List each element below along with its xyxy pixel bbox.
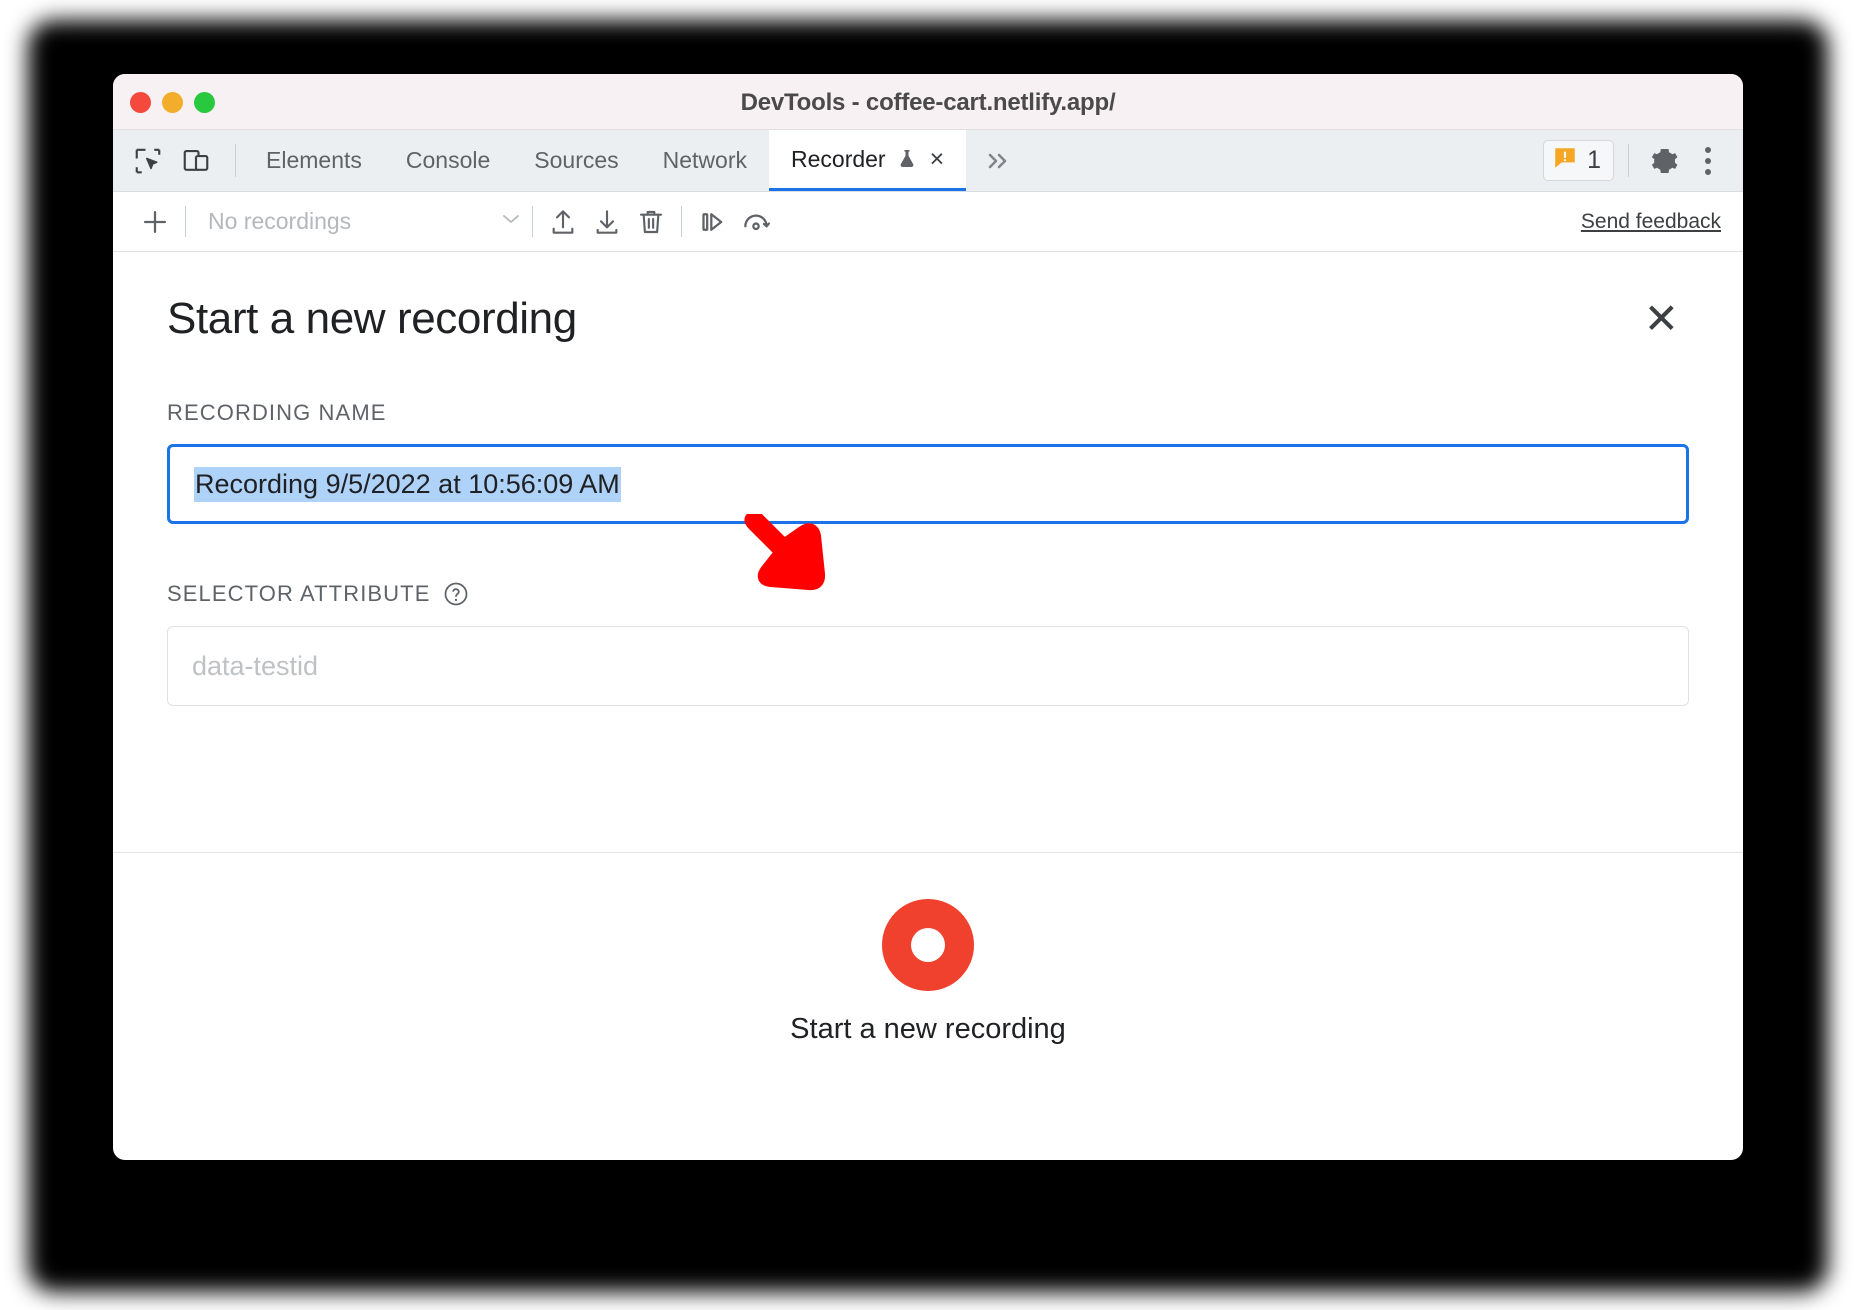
step-over-icon[interactable] <box>690 200 734 244</box>
recording-name-field: RECORDING NAME Recording 9/5/2022 at 10:… <box>167 400 1689 524</box>
recordings-select-value: No recordings <box>208 208 352 234</box>
chevron-down-icon <box>498 209 524 234</box>
tab-network-label: Network <box>662 147 747 173</box>
selector-attribute-label: SELECTOR ATTRIBUTE <box>167 581 431 606</box>
experimental-flask-icon <box>895 147 919 171</box>
tab-elements[interactable]: Elements <box>244 130 384 191</box>
selector-attribute-label-row: SELECTOR ATTRIBUTE <box>167 580 1689 608</box>
start-recording-button[interactable] <box>882 899 974 991</box>
recorder-toolbar-divider-2 <box>532 206 533 237</box>
tabstrip-right-actions: 1 <box>1543 130 1743 191</box>
new-recording-panel: Start a new recording ✕ RECORDING NAME R… <box>113 252 1743 1092</box>
devtools-tool-buttons <box>113 130 227 191</box>
screenshot-stage: DevTools - coffee-cart.netlify.app/ Elem… <box>0 0 1854 1310</box>
recording-name-value: Recording 9/5/2022 at 10:56:09 AM <box>194 466 621 502</box>
recordings-select[interactable]: No recordings <box>194 208 524 235</box>
replay-speed-icon[interactable] <box>734 200 778 244</box>
recording-name-label-row: RECORDING NAME <box>167 400 1689 426</box>
tab-recorder[interactable]: Recorder × <box>769 130 967 191</box>
warning-badge-icon <box>1552 145 1578 176</box>
close-recorder-tab-button[interactable]: × <box>930 146 945 172</box>
window-title: DevTools - coffee-cart.netlify.app/ <box>740 89 1116 116</box>
close-panel-button[interactable]: ✕ <box>1634 294 1689 344</box>
import-recording-icon[interactable] <box>541 200 585 244</box>
recorder-toolbar-divider-1 <box>185 206 186 237</box>
inspect-element-icon[interactable] <box>127 140 169 182</box>
devtools-tabstrip: Elements Console Sources Network Recorde… <box>113 130 1743 192</box>
record-button-inner <box>911 928 945 962</box>
window-titlebar: DevTools - coffee-cart.netlify.app/ <box>113 74 1743 130</box>
panel-header: Start a new recording ✕ <box>167 294 1689 344</box>
new-recording-form: Start a new recording ✕ RECORDING NAME R… <box>113 252 1743 852</box>
devtools-window: DevTools - coffee-cart.netlify.app/ Elem… <box>113 74 1743 1160</box>
gear-icon[interactable] <box>1643 140 1685 182</box>
warnings-badge[interactable]: 1 <box>1543 140 1614 181</box>
warnings-count: 1 <box>1587 146 1601 174</box>
tab-sources[interactable]: Sources <box>512 130 640 191</box>
recorder-toolbar-divider-3 <box>681 206 682 237</box>
start-recording-label: Start a new recording <box>790 1013 1066 1045</box>
tab-sources-label: Sources <box>534 147 619 173</box>
add-recording-button[interactable] <box>133 200 177 244</box>
kebab-menu-icon[interactable] <box>1691 146 1725 175</box>
recording-name-input[interactable]: Recording 9/5/2022 at 10:56:09 AM <box>167 444 1689 524</box>
tab-recorder-label: Recorder <box>791 145 886 172</box>
selector-attribute-input[interactable]: data-testid <box>167 626 1689 706</box>
help-icon[interactable] <box>442 580 470 608</box>
delete-recording-icon[interactable] <box>629 200 673 244</box>
tab-elements-label: Elements <box>266 147 362 173</box>
devtools-tabs: Elements Console Sources Network Recorde… <box>244 130 967 191</box>
recorder-toolbar: No recordings Send feedback <box>113 192 1743 252</box>
tab-network[interactable]: Network <box>641 130 769 191</box>
device-toolbar-icon[interactable] <box>175 140 217 182</box>
recording-name-label: RECORDING NAME <box>167 400 387 425</box>
selector-attribute-field: SELECTOR ATTRIBUTE data-testid <box>167 580 1689 706</box>
send-feedback-link[interactable]: Send feedback <box>1581 210 1727 234</box>
tabs-overflow-button[interactable] <box>966 130 1032 191</box>
right-actions-divider <box>1628 144 1629 177</box>
toolbar-divider <box>235 144 236 177</box>
export-recording-icon[interactable] <box>585 200 629 244</box>
start-recording-footer[interactable]: Start a new recording <box>113 852 1743 1092</box>
page-title: Start a new recording <box>167 294 577 343</box>
tab-console[interactable]: Console <box>384 130 512 191</box>
selector-attribute-placeholder: data-testid <box>192 650 319 681</box>
tab-console-label: Console <box>405 147 491 173</box>
